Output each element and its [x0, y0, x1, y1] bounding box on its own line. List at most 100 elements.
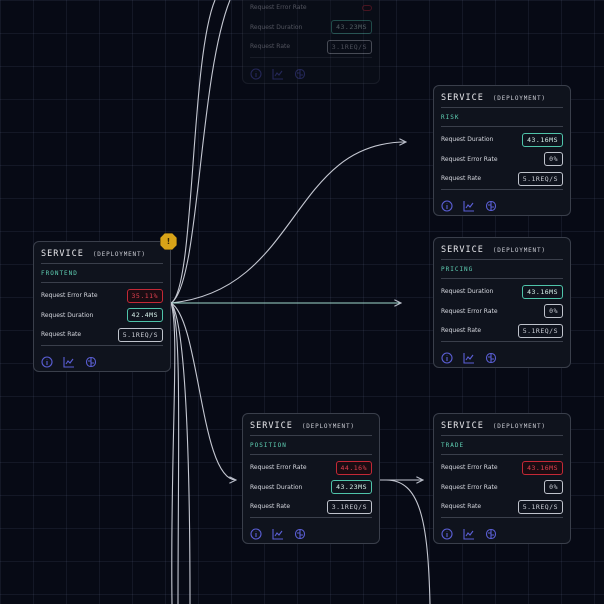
- service-label: SERVICE: [441, 93, 484, 103]
- service-label: SERVICE: [441, 421, 484, 431]
- chart-icon[interactable]: [63, 353, 75, 368]
- metric-row: Request Error Rate 35.11%: [41, 286, 163, 306]
- warning-icon[interactable]: !: [160, 233, 177, 250]
- service-label: SERVICE: [441, 245, 484, 255]
- card-header: SERVICE (DEPLOYMENT): [41, 242, 163, 264]
- chart-icon[interactable]: [272, 65, 284, 80]
- metric-label: Request Duration: [250, 23, 303, 31]
- metric-row: Request Error Rate 0%: [441, 478, 563, 498]
- metric-row: Request Duration 43.16MS: [441, 282, 563, 302]
- brain-icon[interactable]: [485, 525, 497, 540]
- metric-row: Request Rate 5.1REQ/S: [441, 321, 563, 341]
- metric-value-badge: 3.1REQ/S: [326, 39, 372, 54]
- metric-label: Request Error Rate: [441, 307, 498, 315]
- metric-row: Request Duration 43.23MS: [250, 478, 372, 498]
- edge-frontend-down3: [170, 302, 176, 604]
- metric-value-badge: 43.16MS: [522, 460, 563, 475]
- brain-icon[interactable]: [485, 349, 497, 364]
- chart-icon[interactable]: [272, 525, 284, 540]
- metric-row: Request Duration 43.16MS: [441, 130, 563, 150]
- metric-value-badge: 5.1REQ/S: [117, 327, 163, 342]
- brain-icon[interactable]: [485, 197, 497, 212]
- metric-label: Request Rate: [250, 43, 291, 51]
- service-name: PRICING: [441, 260, 563, 279]
- metric-value-badge: 3.1REQ/S: [326, 499, 372, 514]
- metric-value-badge: 44.16%: [335, 460, 372, 475]
- metric-label: Request Error Rate: [250, 464, 307, 472]
- metric-row: Request Rate 3.1REQ/S: [250, 37, 372, 57]
- metric-value-badge: 43.23MS: [331, 20, 372, 35]
- metric-label: Request Duration: [441, 136, 494, 144]
- metric-label: Request Error Rate: [41, 292, 98, 300]
- info-icon[interactable]: [441, 525, 453, 540]
- info-icon[interactable]: [441, 349, 453, 364]
- card-header: SERVICE (DEPLOYMENT): [441, 238, 563, 260]
- metric-row: Request Error Rate: [250, 0, 372, 18]
- edge-position-down: [385, 479, 431, 604]
- chart-icon[interactable]: [463, 525, 475, 540]
- metric-label: Request Error Rate: [441, 464, 498, 472]
- info-icon[interactable]: [441, 197, 453, 212]
- chart-icon[interactable]: [463, 197, 475, 212]
- service-card-risk[interactable]: SERVICE (DEPLOYMENT) RISK Request Duration…: [433, 85, 571, 216]
- edge-frontend-top: [170, 0, 216, 304]
- card-header: SERVICE (DEPLOYMENT): [441, 86, 563, 108]
- deployment-label: (DEPLOYMENT): [92, 251, 146, 258]
- info-icon[interactable]: [250, 525, 262, 540]
- info-icon[interactable]: [250, 65, 262, 80]
- metric-value-badge: 0%: [544, 304, 563, 319]
- edge-frontend-top2: [170, 0, 231, 304]
- metric-row: Request Rate 3.1REQ/S: [250, 497, 372, 517]
- metric-row: Request Error Rate 44.16%: [250, 458, 372, 478]
- deployment-label: (DEPLOYMENT): [492, 423, 546, 430]
- metric-value-badge: 43.23MS: [331, 480, 372, 495]
- metric-value-badge: 0%: [544, 480, 563, 495]
- metric-label: Request Duration: [441, 288, 494, 296]
- brain-icon[interactable]: [85, 353, 97, 368]
- info-icon[interactable]: [41, 353, 53, 368]
- metric-row: Request Duration 43.23MS: [250, 18, 372, 38]
- brain-icon[interactable]: [294, 525, 306, 540]
- service-card-faded-top[interactable]: SERVICE(DEPLOYMENT) Request Error RateRe…: [242, 0, 380, 84]
- metric-label: Request Error Rate: [441, 155, 498, 163]
- metric-value-badge: 5.1REQ/S: [517, 499, 563, 514]
- card-header: SERVICE (DEPLOYMENT): [441, 414, 563, 436]
- metric-value-badge: 5.1REQ/S: [517, 171, 563, 186]
- service-name: POSITION: [250, 436, 372, 455]
- chart-icon[interactable]: [463, 349, 475, 364]
- metric-label: Request Rate: [441, 327, 482, 335]
- metric-row: Request Error Rate 43.16MS: [441, 458, 563, 478]
- metric-label: Request Rate: [441, 175, 482, 183]
- metric-label: Request Duration: [41, 311, 94, 319]
- service-card-pricing[interactable]: SERVICE (DEPLOYMENT) PRICING Request Durat…: [433, 237, 571, 368]
- metric-label: Request Rate: [250, 503, 291, 511]
- service-card-trade[interactable]: SERVICE (DEPLOYMENT) TRADE Request Error R…: [433, 413, 571, 544]
- deployment-label: (DEPLOYMENT): [492, 95, 546, 102]
- metric-label: Request Rate: [41, 331, 82, 339]
- service-card-position[interactable]: SERVICE (DEPLOYMENT) POSITION Request Erro…: [242, 413, 380, 544]
- service-name: FRONTEND: [41, 264, 163, 283]
- metric-value-badge: 5.1REQ/S: [517, 323, 563, 338]
- metric-row: Request Duration 42.4MS: [41, 306, 163, 326]
- metric-value-badge: [362, 4, 372, 11]
- service-label: SERVICE: [41, 249, 84, 259]
- service-name: RISK: [441, 108, 563, 127]
- service-card-frontend[interactable]: SERVICE (DEPLOYMENT) FRONTEND Request Erro…: [33, 241, 171, 372]
- metric-label: Request Error Rate: [441, 483, 498, 491]
- card-header: SERVICE (DEPLOYMENT): [250, 414, 372, 436]
- edge-frontend-position: [170, 302, 236, 480]
- edge-frontend-down1: [170, 302, 191, 604]
- metric-label: Request Duration: [250, 483, 303, 491]
- metric-value-badge: 43.16MS: [522, 284, 563, 299]
- metric-value-badge: 0%: [544, 152, 563, 167]
- metric-label: Request Error Rate: [250, 4, 307, 12]
- metric-value-badge: 43.16MS: [522, 132, 563, 147]
- metric-label: Request Rate: [441, 503, 482, 511]
- metric-row: Request Rate 5.1REQ/S: [41, 325, 163, 345]
- deployment-label: (DEPLOYMENT): [492, 247, 546, 254]
- service-name: TRADE: [441, 436, 563, 455]
- metric-row: Request Rate 5.1REQ/S: [441, 169, 563, 189]
- brain-icon[interactable]: [294, 65, 306, 80]
- metric-value-badge: 42.4MS: [126, 308, 163, 323]
- metric-row: Request Rate 5.1REQ/S: [441, 497, 563, 517]
